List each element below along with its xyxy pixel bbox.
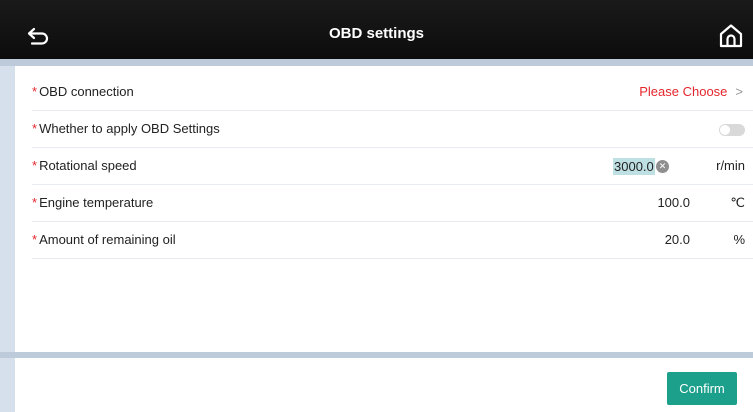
home-icon — [719, 24, 743, 48]
obd-connection-value: Please Choose — [639, 84, 728, 99]
required-mark: * — [32, 121, 38, 136]
app-header: OBD settings — [0, 0, 753, 59]
remaining-oil-input[interactable]: 20.0 — [665, 222, 690, 258]
remaining-oil-label: Amount of remaining oil — [39, 232, 176, 247]
rotational-speed-unit: r/min — [716, 158, 745, 173]
row-remaining-oil: * Amount of remaining oil 20.0 % — [32, 222, 753, 259]
toggle-knob — [720, 125, 730, 135]
required-mark: * — [32, 84, 38, 99]
required-mark: * — [32, 195, 38, 210]
chevron-right-icon: > — [735, 84, 743, 99]
row-engine-temperature: * Engine temperature 100.0 ℃ — [32, 185, 753, 222]
engine-temperature-unit: ℃ — [730, 195, 745, 210]
engine-temperature-label: Engine temperature — [39, 195, 154, 210]
row-rotational-speed: * Rotational speed 3000.0 ✕ r/min — [32, 148, 753, 185]
clear-input-icon[interactable]: ✕ — [656, 160, 669, 173]
action-bar: Confirm — [15, 358, 753, 412]
header-separator — [0, 59, 753, 66]
row-apply-obd-settings: * Whether to apply OBD Settings — [32, 111, 753, 148]
obd-connection-label: OBD connection — [39, 84, 134, 99]
engine-temperature-input[interactable]: 100.0 — [657, 185, 690, 221]
required-mark: * — [32, 232, 38, 247]
rotational-speed-label: Rotational speed — [39, 158, 137, 173]
rotational-speed-input[interactable]: 3000.0 — [613, 158, 655, 175]
obd-connection-select[interactable]: Please Choose > — [639, 74, 743, 110]
confirm-button[interactable]: Confirm — [667, 372, 737, 405]
apply-obd-settings-toggle[interactable] — [719, 124, 745, 136]
home-button[interactable] — [717, 22, 745, 50]
apply-obd-settings-label: Whether to apply OBD Settings — [39, 121, 220, 136]
row-obd-connection: * OBD connection Please Choose > — [32, 74, 753, 111]
required-mark: * — [32, 158, 38, 173]
remaining-oil-unit: % — [733, 232, 745, 247]
page-title: OBD settings — [328, 25, 424, 42]
settings-form: * OBD connection Please Choose > * Whether … — [15, 66, 753, 352]
